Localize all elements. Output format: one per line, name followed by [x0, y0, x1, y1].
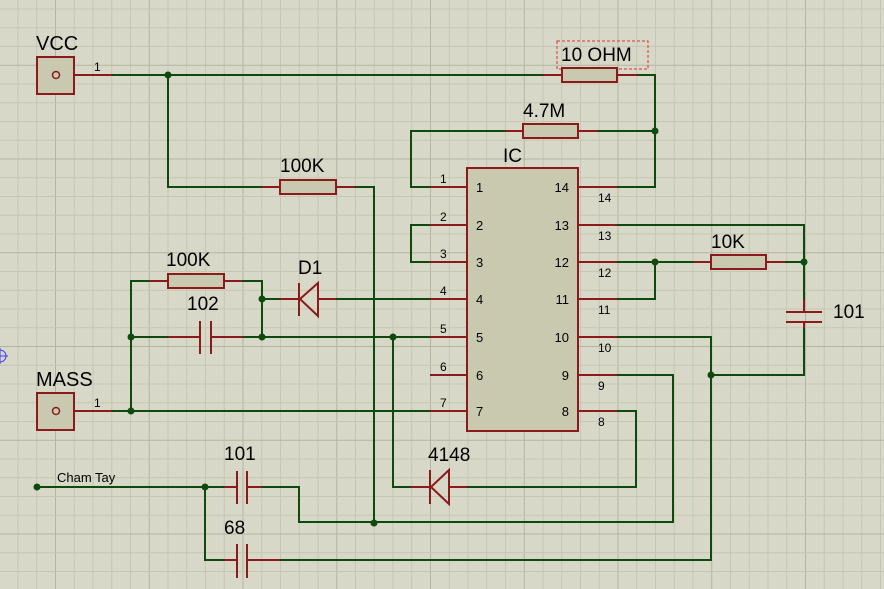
- ic-pin-name: 14: [555, 180, 569, 195]
- ic-pin-number: 8: [598, 415, 605, 429]
- ic-pin-number: 7: [440, 396, 447, 410]
- ic-pin-name: 10: [555, 330, 569, 345]
- ic-pin-number: 13: [598, 229, 612, 243]
- mass-label: MASS: [36, 369, 93, 391]
- ic-pin-number: 2: [440, 210, 447, 224]
- ic-pin-name: 3: [476, 255, 483, 270]
- capacitor-68-label: 68: [224, 518, 245, 539]
- ic-pin-number: 9: [598, 379, 605, 393]
- wire-pin11: [617, 262, 656, 300]
- diode-4148[interactable]: 4148: [411, 445, 470, 507]
- junction-dot: [389, 333, 397, 341]
- junction-dot: [164, 71, 172, 79]
- ic-pin-name: 9: [562, 368, 569, 383]
- vcc-terminal[interactable]: VCC 1: [36, 33, 112, 95]
- ic-pin-number: 10: [598, 341, 612, 355]
- touch-net-label: Cham Tay: [57, 470, 116, 485]
- ic-chip[interactable]: IC 1122334455667714141313121211111010998…: [430, 146, 617, 432]
- resistor-100k-left-label: 100K: [166, 250, 211, 271]
- mass-pin-number: 1: [94, 396, 101, 410]
- mass-terminal[interactable]: MASS 1: [36, 369, 112, 431]
- wire-pin2: [410, 224, 467, 263]
- vcc-label: VCC: [36, 33, 78, 55]
- ic-pin-name: 13: [555, 218, 569, 233]
- capacitor-101-right[interactable]: 101: [786, 300, 865, 328]
- ic-pin-number: 12: [598, 266, 612, 280]
- ic-pin-name: 4: [476, 292, 483, 307]
- wire-vcc-down: [167, 75, 262, 188]
- wire-100k-right: [355, 186, 375, 523]
- capacitor-68[interactable]: 68: [224, 518, 280, 578]
- ic-pin-number: 11: [598, 303, 611, 317]
- schematic-canvas[interactable]: VCC 1 MASS 1 Cham Tay IC 112233445566771…: [0, 0, 884, 589]
- junction-dot: [258, 295, 266, 303]
- ic-pin-name: 11: [556, 292, 570, 307]
- wire-touch-down: [204, 487, 224, 561]
- resistor-10-ohm[interactable]: 10 OHM: [543, 40, 649, 83]
- capacitor-102-label: 102: [187, 294, 219, 315]
- ic-pin-number: 5: [440, 322, 447, 336]
- resistor-100k-left[interactable]: 100K: [149, 250, 242, 289]
- capacitor-101-touch-label: 101: [224, 444, 256, 465]
- ic-pin-number: 4: [440, 284, 447, 298]
- resistor-100k-top-label: 100K: [280, 156, 325, 177]
- junction-dot: [33, 483, 41, 491]
- ic-pin-number: 1: [440, 172, 447, 186]
- junction-dot: [127, 407, 135, 415]
- resistor-4.7m[interactable]: 4.7M: [505, 101, 597, 139]
- ic-pin-name: 8: [562, 404, 569, 419]
- resistor-4.7m-label: 4.7M: [523, 101, 565, 122]
- capacitor-101-right-label: 101: [833, 302, 865, 323]
- junction-dot: [651, 258, 659, 266]
- junction-dot: [127, 333, 135, 341]
- ic-pin-name: 1: [476, 180, 483, 195]
- resistor-10-ohm-label: 10 OHM: [561, 45, 632, 66]
- junction-dot: [201, 483, 209, 491]
- diode-d1-label: D1: [298, 258, 322, 279]
- ic-pin-name: 2: [476, 218, 483, 233]
- ic-pin-name: 6: [476, 368, 483, 383]
- vcc-pin-number: 1: [94, 60, 101, 74]
- resistor-100k-top[interactable]: 100K: [262, 156, 355, 195]
- junction-dot: [258, 333, 266, 341]
- wire-cap101-bottom: [711, 328, 805, 376]
- junction-dot: [370, 519, 378, 527]
- junction-dot: [800, 258, 808, 266]
- junction-dot: [651, 127, 659, 135]
- ic-pin-name: 7: [476, 404, 483, 419]
- origin-marker: [0, 348, 8, 364]
- ic-pin-name: 5: [476, 330, 483, 345]
- ic-label: IC: [503, 146, 522, 167]
- diode-d1[interactable]: D1: [280, 258, 336, 319]
- junction-dot: [707, 371, 715, 379]
- ic-pin-name: 12: [555, 255, 569, 270]
- ic-pin-number: 14: [598, 191, 612, 205]
- resistor-10k[interactable]: 10K: [693, 232, 785, 270]
- diode-4148-label: 4148: [428, 445, 470, 466]
- ic-pin-number: 6: [440, 360, 447, 374]
- ic-pin-number: 3: [440, 247, 447, 261]
- resistor-10k-label: 10K: [711, 232, 745, 253]
